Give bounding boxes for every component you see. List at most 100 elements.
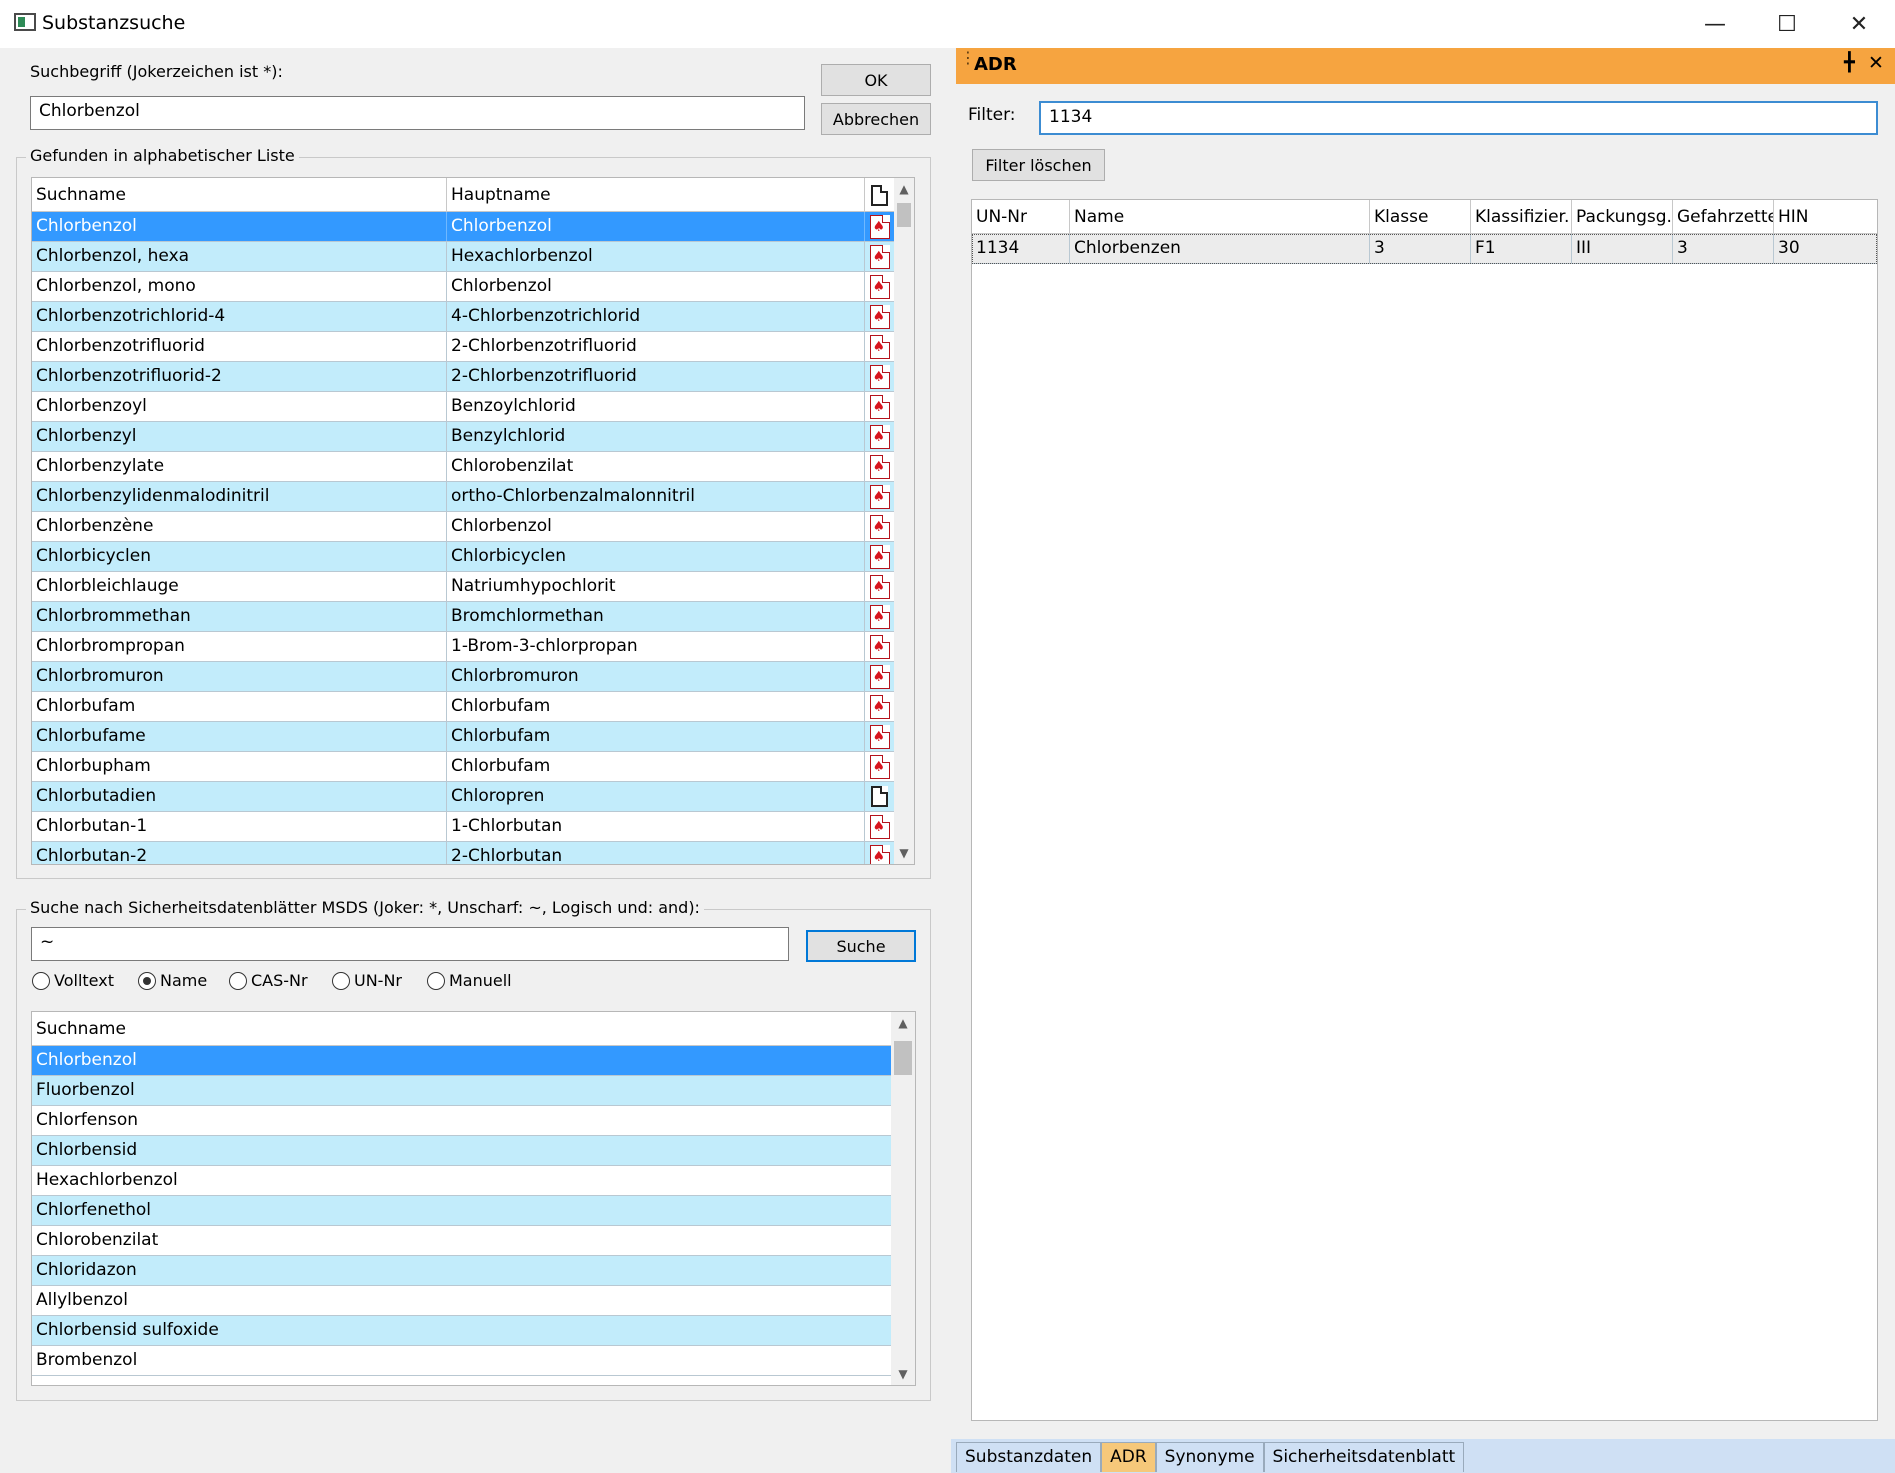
column-header-hin[interactable]: HIN xyxy=(1774,200,1877,234)
column-header-gefahrzettel[interactable]: Gefahrzettel xyxy=(1673,200,1774,234)
list-item[interactable]: Chlorbenzol xyxy=(32,1046,891,1076)
close-button[interactable]: ✕ xyxy=(1823,0,1895,48)
cell-document[interactable] xyxy=(865,452,894,481)
radio-manuell[interactable]: Manuell xyxy=(427,971,512,990)
cell-document[interactable] xyxy=(865,212,894,241)
radio-volltext[interactable]: Volltext xyxy=(32,971,114,990)
pdf-icon xyxy=(869,394,890,419)
panel-close-icon[interactable]: ✕ xyxy=(1868,52,1884,74)
table-row[interactable]: Chlorbupham Chlorbufam xyxy=(32,752,894,782)
table-row[interactable]: Chlorbromuron Chlorbromuron xyxy=(32,662,894,692)
cell-document[interactable] xyxy=(865,722,894,751)
column-header-klassifizierung[interactable]: Klassifizier... xyxy=(1471,200,1572,234)
column-header-un-nr[interactable]: UN-Nr xyxy=(972,200,1070,234)
radio-cas-nr[interactable]: CAS-Nr xyxy=(229,971,308,990)
scroll-thumb[interactable] xyxy=(894,1041,912,1075)
list-item[interactable]: Chloridazon xyxy=(32,1256,891,1286)
cell-document[interactable] xyxy=(865,692,894,721)
cell-document[interactable] xyxy=(865,482,894,511)
table-row[interactable]: Chlorbenzol, mono Chlorbenzol xyxy=(32,272,894,302)
cell-document[interactable] xyxy=(865,572,894,601)
cell-document[interactable] xyxy=(865,602,894,631)
scroll-down-icon[interactable]: ▼ xyxy=(894,842,914,864)
scroll-down-icon[interactable]: ▼ xyxy=(891,1363,915,1385)
column-header-hauptname[interactable]: Hauptname xyxy=(447,178,865,212)
found-table[interactable]: Suchname Hauptname Chlorbenzol Chlorbenzo… xyxy=(31,177,915,865)
list-item[interactable]: Chlorbensid sulfoxide xyxy=(32,1316,891,1346)
clear-filter-button[interactable]: Filter löschen xyxy=(972,149,1105,181)
cell-document[interactable] xyxy=(865,752,894,781)
table-row[interactable]: Chlorbenzotrifluorid 2-Chlorbenzotrifluor… xyxy=(32,332,894,362)
maximize-button[interactable]: ☐ xyxy=(1751,0,1823,48)
cell-document[interactable] xyxy=(865,662,894,691)
scroll-up-icon[interactable]: ▲ xyxy=(894,178,914,200)
column-header-document[interactable] xyxy=(865,178,894,212)
adr-table[interactable]: UN-Nr Name Klasse Klassifizier... Packun… xyxy=(971,199,1878,1421)
list-item[interactable]: Chlorfenson xyxy=(32,1106,891,1136)
table-row[interactable]: Chlorbutan-1 1-Chlorbutan xyxy=(32,812,894,842)
cell-document[interactable] xyxy=(865,632,894,661)
column-header-packungsgruppe[interactable]: Packungsg. xyxy=(1572,200,1673,234)
table-row[interactable]: Chlorbenzol Chlorbenzol xyxy=(32,212,894,242)
filter-input[interactable]: 1134 xyxy=(1039,101,1878,135)
minimize-button[interactable]: — xyxy=(1679,0,1751,48)
column-header-suchname[interactable]: Suchname xyxy=(32,178,447,212)
list-item[interactable]: Allylbenzol xyxy=(32,1286,891,1316)
cell-document[interactable] xyxy=(865,542,894,571)
table-row[interactable]: Chlorbenzyl Benzylchlorid xyxy=(32,422,894,452)
cancel-button[interactable]: Abbrechen xyxy=(821,103,931,135)
table-row[interactable]: Chlorbenzoyl Benzoylchlorid xyxy=(32,392,894,422)
table-row[interactable]: 1134 Chlorbenzen 3 F1 III 3 30 xyxy=(972,234,1877,264)
column-header-msds-suchname[interactable]: Suchname xyxy=(32,1012,891,1046)
table-row[interactable]: Chlorbutan-2 2-Chlorbutan xyxy=(32,842,894,864)
table-row[interactable]: Chlorbufam Chlorbufam xyxy=(32,692,894,722)
radio-un-nr[interactable]: UN-Nr xyxy=(332,971,402,990)
msds-table-scrollbar[interactable]: ▲ ▼ xyxy=(891,1012,915,1385)
cell-document[interactable] xyxy=(865,512,894,541)
table-row[interactable]: Chlorbenzol, hexa Hexachlorbenzol xyxy=(32,242,894,272)
msds-search-button[interactable]: Suche xyxy=(806,930,916,962)
scroll-up-icon[interactable]: ▲ xyxy=(891,1012,915,1034)
table-row[interactable]: Chlorbenzotrifluorid-2 2-Chlorbenzotriflu… xyxy=(32,362,894,392)
tab-sicherheitsdatenblatt[interactable]: Sicherheitsdatenblatt xyxy=(1263,1442,1465,1472)
cell-document[interactable] xyxy=(865,272,894,301)
list-item[interactable]: Chlorbensid xyxy=(32,1136,891,1166)
tab-adr[interactable]: ADR xyxy=(1101,1442,1156,1472)
column-header-name[interactable]: Name xyxy=(1070,200,1370,234)
list-item[interactable]: Hexachlorbenzol xyxy=(32,1166,891,1196)
table-row[interactable]: Chlorbrompropan 1-Brom-3-chlorpropan xyxy=(32,632,894,662)
pin-icon[interactable]: ╋ xyxy=(1844,52,1855,73)
cell-document[interactable] xyxy=(865,392,894,421)
table-row[interactable]: Chlorbenzène Chlorbenzol xyxy=(32,512,894,542)
cell-document[interactable] xyxy=(865,812,894,841)
radio-name[interactable]: Name xyxy=(138,971,207,990)
msds-table[interactable]: Suchname Chlorbenzol Fluorbenzol Chlorfens… xyxy=(31,1011,916,1386)
msds-search-input[interactable]: ~ xyxy=(31,927,789,961)
table-row[interactable]: Chlorbenzylate Chlorobenzilat xyxy=(32,452,894,482)
list-item[interactable]: Chlorobenzilat xyxy=(32,1226,891,1256)
table-row[interactable]: Chlorbrommethan Bromchlormethan xyxy=(32,602,894,632)
column-header-klasse[interactable]: Klasse xyxy=(1370,200,1471,234)
cell-document[interactable] xyxy=(865,332,894,361)
cell-document[interactable] xyxy=(865,782,894,811)
table-row[interactable]: Chlorbenzotrichlorid-4 4-Chlorbenzotrichl… xyxy=(32,302,894,332)
tab-substanzdaten[interactable]: Substanzdaten xyxy=(956,1442,1102,1472)
list-item[interactable]: Fluorbenzol xyxy=(32,1076,891,1106)
cell-document[interactable] xyxy=(865,302,894,331)
cell-document[interactable] xyxy=(865,242,894,271)
table-row[interactable]: Chlorbleichlauge Natriumhypochlorit xyxy=(32,572,894,602)
cell-document[interactable] xyxy=(865,422,894,451)
table-row[interactable]: Chlorbutadien Chloropren xyxy=(32,782,894,812)
table-row[interactable]: Chlorbenzylidenmalodinitril ortho-Chlorbe… xyxy=(32,482,894,512)
table-row[interactable]: Chlorbicyclen Chlorbicyclen xyxy=(32,542,894,572)
list-item[interactable]: Chlorfenethol xyxy=(32,1196,891,1226)
ok-button[interactable]: OK xyxy=(821,64,931,96)
scroll-thumb[interactable] xyxy=(897,203,911,227)
tab-synonyme[interactable]: Synonyme xyxy=(1155,1442,1264,1472)
cell-document[interactable] xyxy=(865,842,894,864)
table-row[interactable]: Chlorbufame Chlorbufam xyxy=(32,722,894,752)
search-input[interactable]: Chlorbenzol xyxy=(30,96,805,130)
found-table-scrollbar[interactable]: ▲ ▼ xyxy=(894,178,914,864)
cell-document[interactable] xyxy=(865,362,894,391)
list-item[interactable]: Brombenzol xyxy=(32,1346,891,1376)
